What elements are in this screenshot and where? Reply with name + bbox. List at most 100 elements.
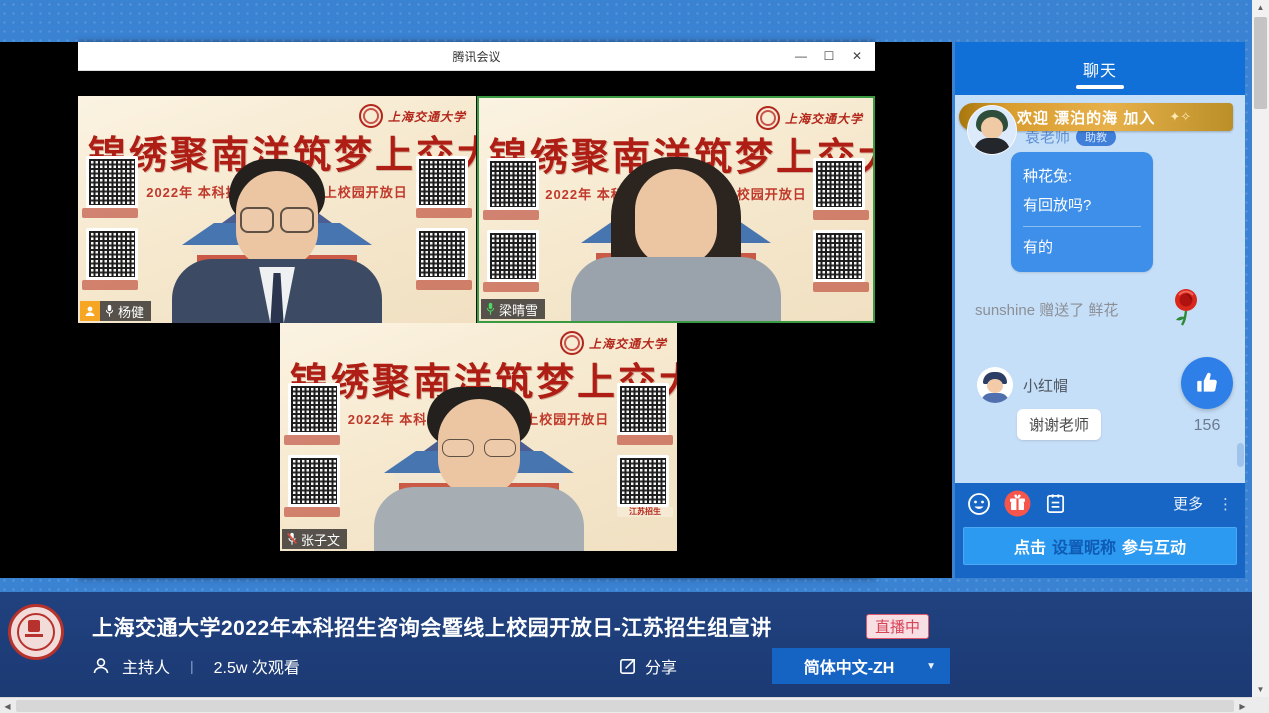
qr-code	[487, 158, 539, 210]
share-label: 分享	[645, 654, 677, 678]
welcome-text: 欢迎 漂泊的海 加入	[1017, 107, 1155, 128]
meeting-window: 腾讯会议 — ☐ ✕ 锦绣聚南洋筑梦上交大 2022年 本科招生咨询会暨线上校园…	[78, 42, 875, 578]
chat-message-bubble: 谢谢老师	[1017, 409, 1101, 440]
host-label: 主持人	[122, 654, 170, 678]
stream-meta: 主持人 | 2.5w 次观看	[92, 654, 300, 678]
video-tile-liangqingxue: 锦绣聚南洋筑梦上交大 2022年 本科招生咨询会暨线上校园开放日 上海交通大学	[477, 96, 875, 323]
scroll-down-icon[interactable]: ▼	[1252, 682, 1269, 697]
sjtu-logo: 上海交通大学	[560, 331, 667, 355]
maximize-icon[interactable]: ☐	[817, 45, 841, 67]
share-button[interactable]: 分享	[618, 654, 677, 678]
chat-input-zone: 更多 ⋮ 点击 设置昵称 参与互动	[955, 483, 1245, 578]
board-icon[interactable]	[1044, 492, 1067, 515]
qr-caption	[416, 208, 472, 218]
sjtu-seal-icon	[560, 331, 584, 355]
video-tile-yangjian: 锦绣聚南洋筑梦上交大 2022年 本科招生咨询会暨线上校园开放日 上海交通大学	[78, 96, 477, 323]
gift-notice-text: sunshine 赠送了 鲜花	[975, 299, 1118, 320]
participant-name-tag: 梁晴雪	[481, 299, 545, 319]
qr-caption	[82, 208, 138, 218]
user-name: 小红帽	[1023, 375, 1068, 396]
qr-code	[416, 156, 468, 208]
stream-info-bar: 上海交通大学2022年本科招生咨询会暨线上校园开放日-江苏招生组宣讲 直播中 主…	[0, 592, 1252, 697]
set-nickname-button[interactable]: 点击 设置昵称 参与互动	[963, 527, 1237, 565]
qr-caption-jiangsu: 江苏招生	[617, 507, 673, 517]
qr-caption	[483, 282, 539, 292]
qr-code	[617, 383, 669, 435]
sjtu-logo: 上海交通大学	[359, 104, 466, 128]
horizontal-scrollbar[interactable]: ◀ ▶	[0, 697, 1252, 713]
participant-video-person	[561, 157, 791, 323]
qr-code	[86, 228, 138, 280]
qr-caption	[82, 280, 138, 290]
chat-panel: 聊天 欢迎 漂泊的海 加入 ✦✧ 袁老师 助教 种花兔: 有回放吗? 有的	[955, 42, 1245, 578]
gift-notice-row: sunshine 赠送了 鲜花	[975, 299, 1118, 320]
video-tile-zhangziwen: 锦绣聚南洋筑梦上交大 2022年 本科招生咨询会暨线上校园开放日 上海交通大学 …	[280, 323, 677, 551]
meeting-content: 锦绣聚南洋筑梦上交大 2022年 本科招生咨询会暨线上校园开放日 上海交通大学	[78, 71, 875, 578]
qr-code	[416, 228, 468, 280]
avatar-teacher	[967, 105, 1017, 155]
quoted-user: 种花兔:	[1023, 162, 1141, 191]
sparkle-icon: ✦✧	[1169, 109, 1191, 125]
scroll-up-icon[interactable]: ▲	[1252, 0, 1269, 15]
like-count: 156	[1181, 417, 1233, 435]
chat-reply-bubble: 种花兔: 有回放吗? 有的	[1011, 152, 1153, 272]
live-stream-page: 腾讯会议 — ☐ ✕ 锦绣聚南洋筑梦上交大 2022年 本科招生咨询会暨线上校园…	[0, 0, 1269, 713]
qr-caption	[416, 280, 472, 290]
emoji-icon[interactable]	[967, 492, 991, 516]
quoted-text: 有回放吗?	[1023, 191, 1141, 220]
participant-name-tag: 杨健	[80, 301, 151, 321]
host-icon	[92, 657, 110, 675]
stream-title: 上海交通大学2022年本科招生咨询会暨线上校园开放日-江苏招生组宣讲	[92, 612, 772, 642]
tab-indicator	[1076, 85, 1124, 89]
qr-code	[288, 383, 340, 435]
qr-caption	[284, 507, 340, 517]
thumbs-up-icon	[1194, 370, 1220, 396]
participant-video-person	[162, 159, 392, 323]
chevron-down-icon: ▼	[926, 661, 936, 672]
participant-name: 张子文	[301, 530, 340, 549]
more-button[interactable]: 更多	[1173, 493, 1203, 514]
scroll-right-icon[interactable]: ▶	[1235, 698, 1250, 713]
meeting-titlebar: 腾讯会议 — ☐ ✕	[78, 42, 875, 71]
tab-chat[interactable]: 聊天	[1083, 57, 1117, 81]
meeting-title: 腾讯会议	[452, 48, 500, 65]
vertical-scrollbar-thumb[interactable]	[1254, 17, 1267, 109]
chat-scrollbar-thumb[interactable]	[1237, 443, 1244, 467]
mic-muted-icon	[286, 532, 298, 546]
nickname-prompt-join: 参与互动	[1122, 534, 1186, 558]
scroll-left-icon[interactable]: ◀	[0, 698, 15, 713]
qr-code	[487, 230, 539, 282]
qr-caption	[813, 210, 869, 220]
language-value: 简体中文-ZH	[772, 654, 926, 678]
gift-icon[interactable]	[1004, 490, 1031, 517]
language-dropdown[interactable]: 简体中文-ZH ▼	[772, 648, 950, 684]
nickname-prompt-click: 点击	[1014, 534, 1046, 558]
meta-divider: |	[190, 658, 194, 674]
minimize-icon[interactable]: —	[789, 45, 813, 67]
reply-divider	[1023, 226, 1141, 227]
qr-caption	[483, 210, 539, 220]
vertical-scrollbar[interactable]: ▲ ▼	[1252, 0, 1269, 697]
share-icon	[618, 657, 637, 676]
qr-caption	[617, 435, 673, 445]
qr-code	[813, 158, 865, 210]
qr-code	[617, 455, 669, 507]
rose-icon	[1167, 287, 1205, 327]
qr-caption	[284, 435, 340, 445]
mic-on-icon	[104, 304, 115, 318]
reply-text: 有的	[1023, 233, 1141, 262]
participant-name: 杨健	[118, 302, 144, 321]
chat-toolbar: 更多 ⋮	[955, 483, 1245, 517]
mic-active-icon	[485, 302, 496, 316]
chat-header: 聊天	[955, 42, 1245, 95]
nickname-link[interactable]: 设置昵称	[1052, 534, 1116, 558]
like-button[interactable]	[1181, 357, 1233, 409]
more-dots-icon[interactable]: ⋮	[1218, 495, 1233, 513]
scrollbar-corner	[1252, 697, 1269, 713]
avatar-user	[977, 367, 1013, 403]
university-logo	[8, 604, 64, 660]
participant-name: 梁晴雪	[499, 300, 538, 319]
close-icon[interactable]: ✕	[845, 45, 869, 67]
host-role-icon	[80, 301, 100, 321]
horizontal-scrollbar-thumb[interactable]	[16, 700, 1234, 712]
